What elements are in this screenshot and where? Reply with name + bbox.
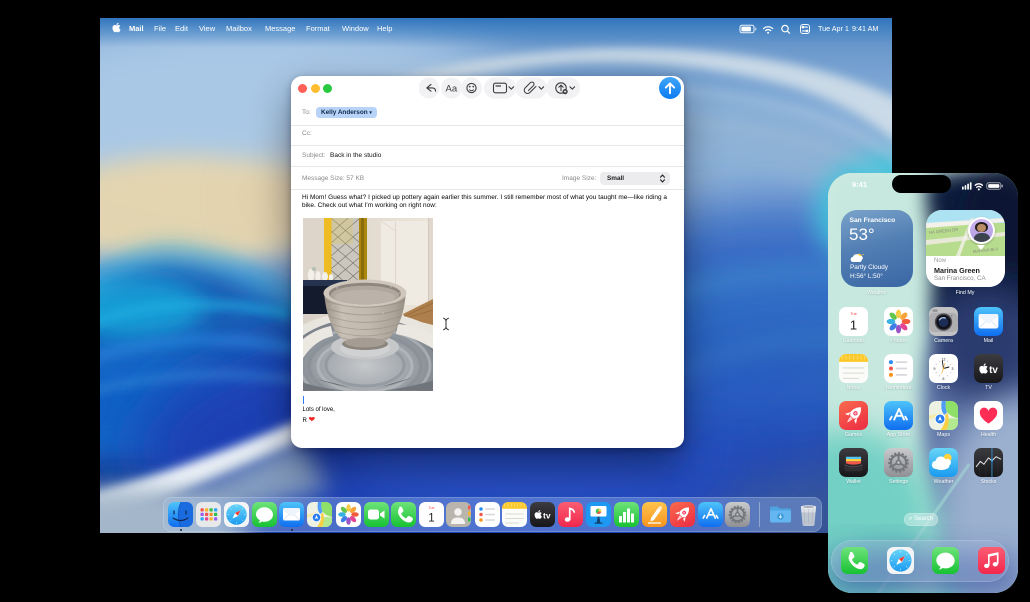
svg-text:Aa: Aa <box>446 84 458 95</box>
